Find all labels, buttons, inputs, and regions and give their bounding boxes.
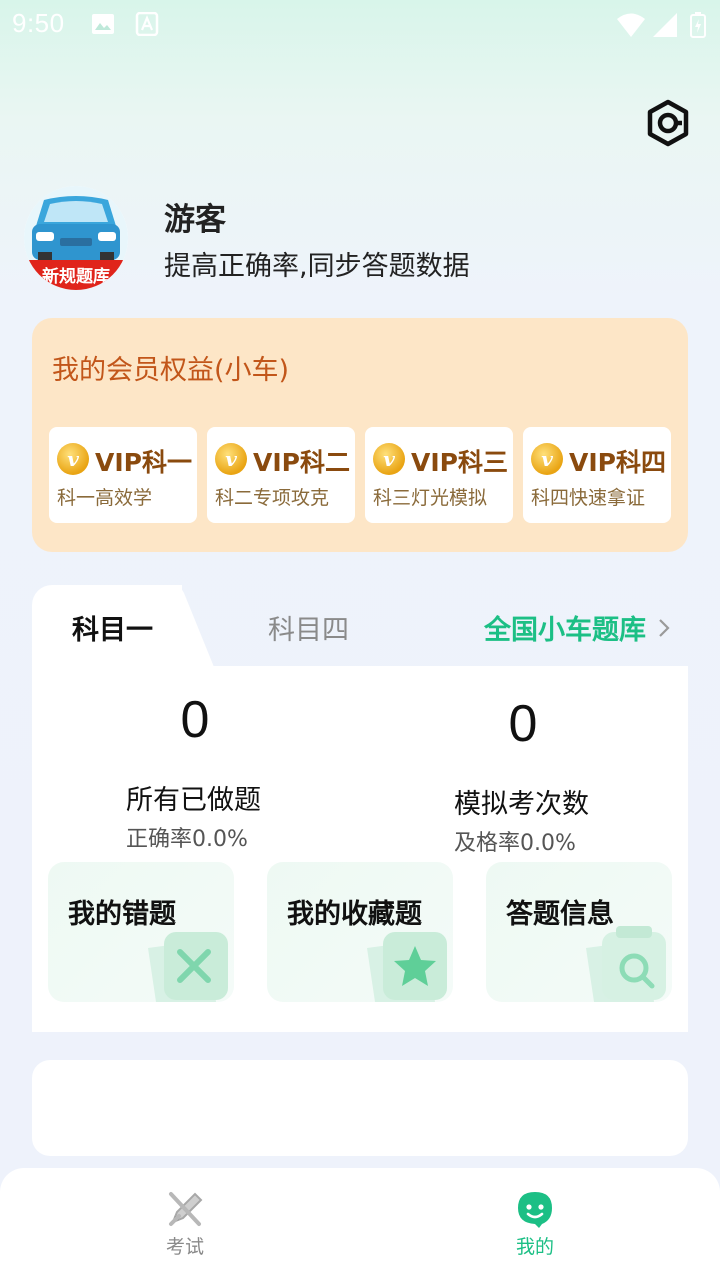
app-notification-icon (135, 12, 159, 36)
tab-subject-four[interactable]: 科目四 (268, 608, 349, 647)
gallery-notification-icon (92, 14, 114, 34)
vip-item-name: VIP科一 (95, 448, 192, 477)
pencil-icon (169, 1192, 203, 1226)
active-tab-slant (150, 585, 214, 667)
user-subtitle[interactable]: 提高正确率,同步答题数据 (164, 244, 470, 283)
pass-rate: 及格率0.0% (454, 831, 576, 856)
user-name[interactable]: 游客 (164, 194, 226, 239)
accuracy-rate: 正确率0.0% (126, 827, 248, 852)
star-icon (367, 932, 447, 1002)
vip-item-name: VIP科四 (569, 448, 666, 477)
vip-item-name: VIP科二 (253, 448, 350, 477)
avatar-caption: 新规题库 (42, 266, 110, 287)
nav-label-profile: 我的 (515, 1236, 554, 1258)
vip-item-subject2[interactable]: v VIP科二 科二专项攻克 (207, 427, 355, 523)
nav-label-exam: 考试 (165, 1236, 204, 1258)
practiced-count: 0 (180, 691, 210, 749)
practiced-label: 所有已做题 (126, 785, 261, 816)
battery-icon (690, 12, 706, 38)
mock-exam-label: 模拟考次数 (454, 789, 589, 820)
vip-badge-icon: v (57, 443, 89, 475)
vip-badge-icon: v (531, 443, 563, 475)
subject-panel: 0 所有已做题 正确率0.0% 0 模拟考次数 及格率0.0% 我的错题 我的收… (32, 666, 688, 1032)
favorite-questions-button[interactable]: 我的收藏题 (267, 862, 453, 1002)
mock-exam-count: 0 (508, 695, 538, 753)
car-avatar-image: 新规题库 (24, 186, 128, 290)
wifi-icon (617, 13, 645, 37)
vip-item-desc: 科三灯光模拟 (373, 487, 488, 509)
vip-item-subject1[interactable]: v VIP科一 科一高效学 (49, 427, 197, 523)
answer-info-button[interactable]: 答题信息 (486, 862, 672, 1002)
vip-badge-icon: v (373, 443, 405, 475)
status-bar: 9:50 (0, 0, 720, 50)
cellular-signal-icon (653, 13, 677, 37)
search-icon (586, 926, 666, 1002)
vip-item-subject4[interactable]: v VIP科四 科四快速拿证 (523, 427, 671, 523)
nav-item-profile[interactable]: 我的 (475, 1188, 595, 1268)
vip-title: 我的会员权益(小车) (52, 355, 290, 386)
vip-item-subject3[interactable]: v VIP科三 科三灯光模拟 (365, 427, 513, 523)
vip-benefits-card: 我的会员权益(小车) v VIP科一 科一高效学 v VIP科二 科二专项攻克 … (32, 318, 688, 552)
vip-item-desc: 科二专项攻克 (215, 487, 330, 509)
settings-button[interactable] (640, 96, 696, 152)
vip-item-desc: 科一高效学 (57, 487, 153, 509)
avatar[interactable]: 新规题库 (24, 186, 128, 290)
blank-card (32, 1060, 688, 1156)
chevron-right-icon (659, 618, 670, 637)
vip-badge-icon: v (215, 443, 247, 475)
profile-face-icon (518, 1192, 552, 1228)
bottom-navigation: 考试 我的 (0, 1168, 720, 1280)
stat-mock-exams[interactable]: 0 模拟考次数 及格率0.0% (423, 694, 623, 856)
nav-item-exam[interactable]: 考试 (125, 1188, 245, 1268)
question-bank-link[interactable]: 全国小车题库 (484, 608, 674, 647)
question-bank-label: 全国小车题库 (484, 615, 646, 646)
vip-item-name: VIP科三 (411, 448, 508, 477)
status-time: 9:50 (12, 8, 65, 38)
stat-practiced[interactable]: 0 所有已做题 正确率0.0% (95, 690, 295, 852)
vip-item-desc: 科四快速拿证 (531, 487, 646, 509)
gear-icon (647, 99, 689, 147)
x-mark-icon (148, 932, 228, 1002)
tab-subject-one[interactable]: 科目一 (72, 608, 153, 647)
wrong-questions-button[interactable]: 我的错题 (48, 862, 234, 1002)
